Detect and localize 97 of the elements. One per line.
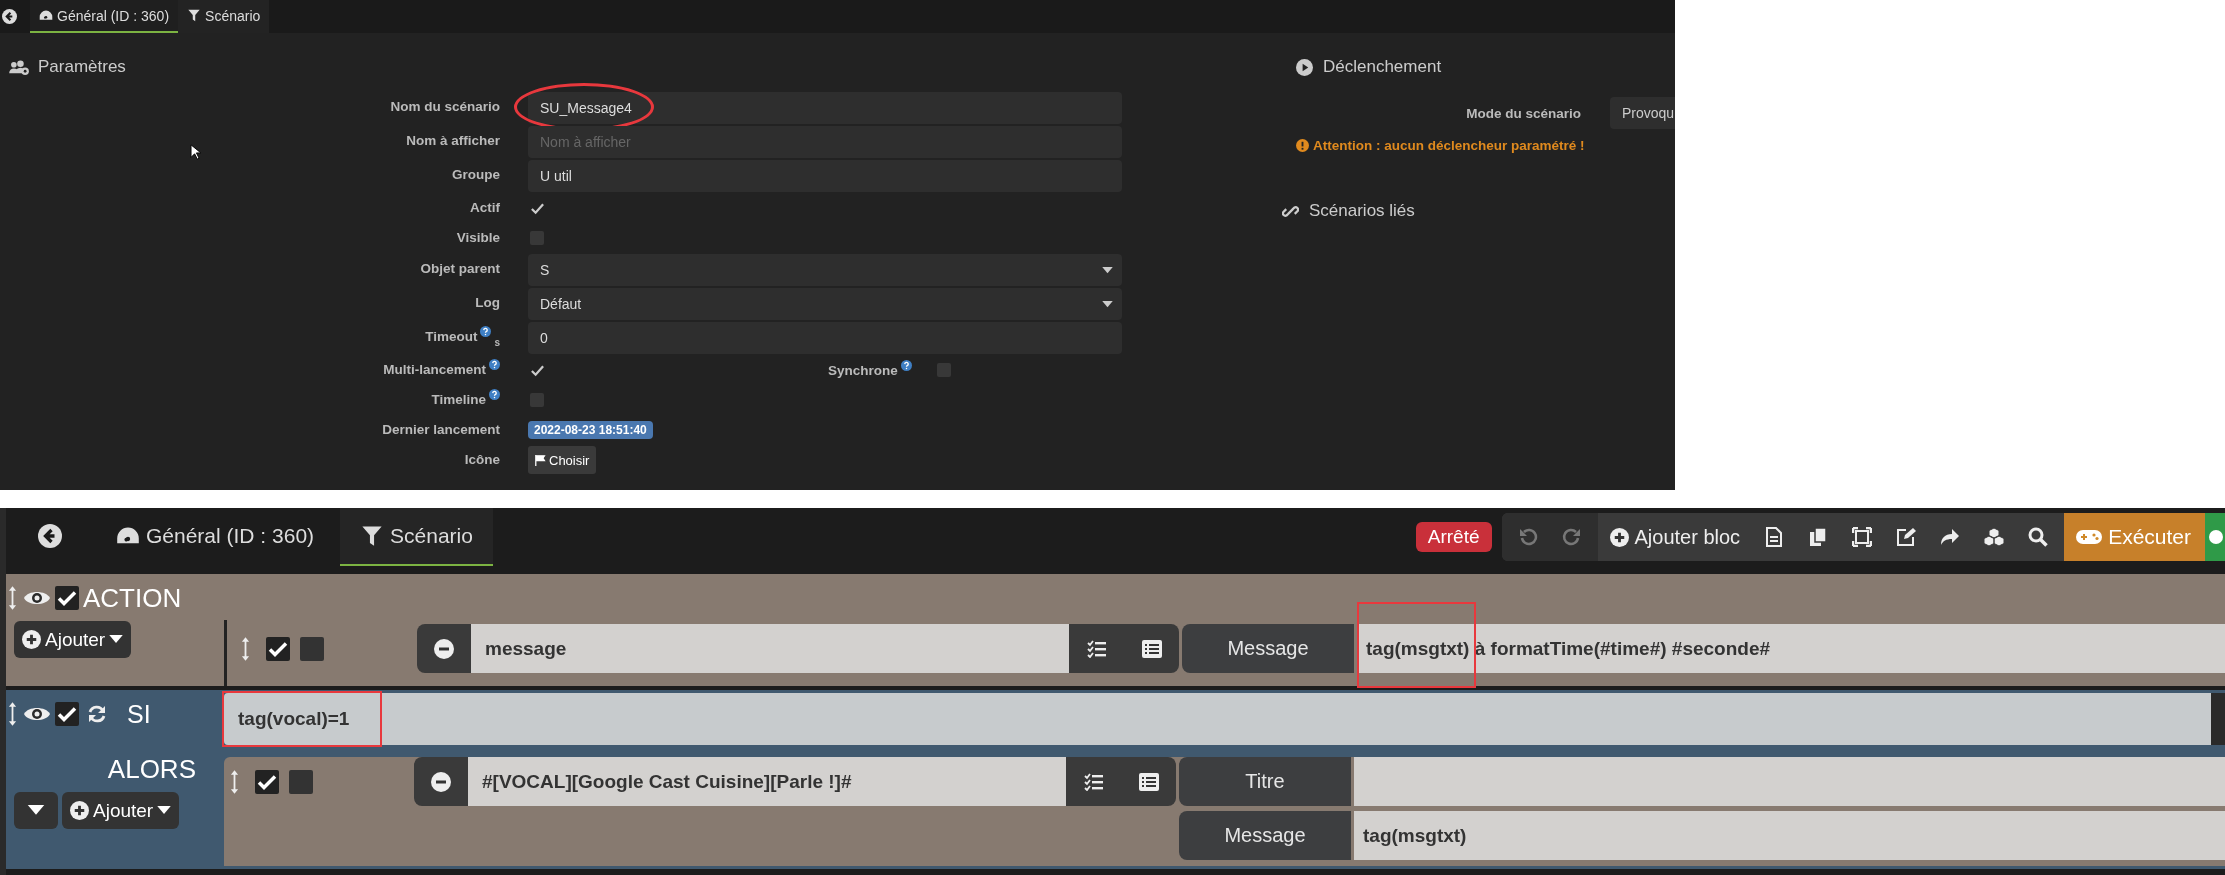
field-label: Actif	[470, 200, 500, 215]
tab[interactable]: Scénario	[340, 508, 493, 566]
caret-icon	[27, 805, 45, 816]
section-title: Déclenchement	[1323, 57, 1442, 77]
back-icon[interactable]	[2, 9, 17, 24]
copy-icon[interactable]	[1808, 527, 1829, 547]
option-field[interactable]	[1354, 757, 2225, 806]
checkbox[interactable]	[289, 770, 313, 794]
search-icon[interactable]	[2028, 527, 2049, 547]
status-badge: Arrêté	[1415, 522, 1492, 552]
mouse-cursor-icon	[190, 144, 201, 160]
share-icon[interactable]	[1940, 527, 1961, 547]
minus-icon	[434, 638, 454, 659]
drag-handle-icon[interactable]	[8, 701, 17, 727]
date-badge: 2022-08-23 18:51:40	[528, 421, 653, 439]
field-label: Visible	[456, 230, 500, 245]
remove-button[interactable]	[414, 757, 468, 806]
filter-icon	[360, 525, 385, 547]
plus-icon	[22, 630, 41, 649]
field-label: Mode du scénario	[1465, 105, 1581, 121]
text-field[interactable]: Nom à afficher	[528, 126, 1122, 158]
field-label: Objet parent	[420, 261, 500, 276]
flag-icon	[535, 454, 546, 466]
tab[interactable]: Général (ID : 360)	[30, 0, 179, 33]
option-field[interactable]: tag(msgtxt)	[1354, 811, 2225, 860]
field-label: Timeout	[425, 329, 478, 344]
checklist-icon[interactable]	[1086, 639, 1107, 658]
select-field[interactable]: Provoqu	[1610, 97, 1675, 129]
field-label: Nom du scénario	[390, 99, 500, 114]
expression-field[interactable]: message	[471, 624, 1069, 673]
warning-icon	[1296, 139, 1309, 152]
section-title: Scénarios liés	[1309, 201, 1415, 221]
minus-icon	[431, 771, 451, 792]
field-label: Log	[475, 295, 500, 310]
text-field[interactable]: U util	[528, 160, 1122, 192]
field-label: Timeline	[431, 392, 486, 407]
checkbox[interactable]	[55, 702, 79, 726]
checkbox[interactable]	[300, 637, 324, 661]
checklist-icon[interactable]	[1083, 772, 1104, 791]
checkbox[interactable]	[266, 637, 290, 661]
field-label: Synchrone	[828, 362, 898, 378]
block-title: ACTION	[83, 582, 182, 614]
field-label: Groupe	[452, 167, 500, 182]
plus-icon	[1609, 527, 1629, 547]
toolbar-button[interactable]	[2205, 513, 2225, 561]
block-subtitle: ALORS	[107, 754, 196, 785]
condition-field[interactable]: tag(vocal)=1	[224, 693, 2211, 745]
redo-icon[interactable]	[1561, 527, 1582, 547]
list-icon[interactable]	[1138, 772, 1159, 791]
field-label: Nom à afficher	[406, 133, 500, 148]
drag-handle-icon[interactable]	[230, 769, 239, 795]
add-dropdown-button[interactable]: Ajouter	[14, 621, 132, 658]
option-label: Message	[1179, 811, 1351, 860]
field-label: Icône	[464, 452, 500, 467]
remove-button[interactable]	[417, 624, 471, 673]
file-icon[interactable]	[1764, 527, 1785, 547]
caret-icon	[157, 806, 172, 815]
drag-handle-icon[interactable]	[241, 636, 250, 662]
add-block-button[interactable]: Ajouter bloc	[1597, 513, 1753, 561]
gamepad-icon	[2076, 529, 2103, 545]
add-dropdown-button[interactable]: Ajouter	[62, 792, 180, 829]
checkbox[interactable]	[255, 770, 279, 794]
field-label: Dernier lancement	[382, 422, 500, 437]
tab[interactable]: Scénario	[178, 0, 270, 33]
plus-icon	[70, 801, 89, 820]
select-field[interactable]: S	[528, 254, 1122, 286]
section-title: Paramètres	[38, 57, 126, 77]
option-label: Message	[1182, 624, 1354, 673]
list-icon[interactable]	[1141, 639, 1162, 658]
edit-icon[interactable]	[1896, 527, 1917, 547]
filter-icon	[187, 9, 202, 22]
expand-icon[interactable]	[1852, 527, 1873, 547]
block-title: SI	[127, 699, 151, 729]
text-field[interactable]: 0	[528, 322, 1122, 354]
warning-text: Attention : aucun déclencheur paramétré !	[1313, 138, 1585, 153]
collapse-button[interactable]	[14, 792, 58, 829]
checkbox[interactable]	[55, 586, 79, 610]
caret-icon	[1102, 300, 1113, 308]
refresh-icon[interactable]	[87, 704, 107, 724]
back-icon[interactable]	[38, 524, 62, 548]
expression-field[interactable]: #[VOCAL][Google Cast Cuisine][Parle !]#	[468, 757, 1066, 806]
option-field[interactable]: tag(msgtxt) à formatTime(#time#) #seconde#	[1357, 624, 2225, 673]
play-icon	[1296, 58, 1313, 76]
drag-handle-icon[interactable]	[8, 585, 17, 611]
field-label: Multi-lancement	[383, 362, 486, 377]
choose-button[interactable]: Choisir	[528, 446, 597, 474]
caret-icon	[109, 635, 124, 644]
gauge-icon	[39, 9, 53, 22]
option-label: Titre	[1179, 757, 1351, 806]
text-field[interactable]: SU_Message4	[528, 92, 1122, 124]
unit-label: s	[494, 337, 500, 348]
undo-icon[interactable]	[1517, 527, 1538, 547]
cubes-icon[interactable]	[1984, 527, 2005, 547]
tab[interactable]: Général (ID : 360)	[96, 508, 335, 566]
select-field[interactable]: Défaut	[528, 288, 1122, 320]
caret-icon	[1102, 266, 1113, 274]
users-gear-icon	[9, 59, 30, 75]
